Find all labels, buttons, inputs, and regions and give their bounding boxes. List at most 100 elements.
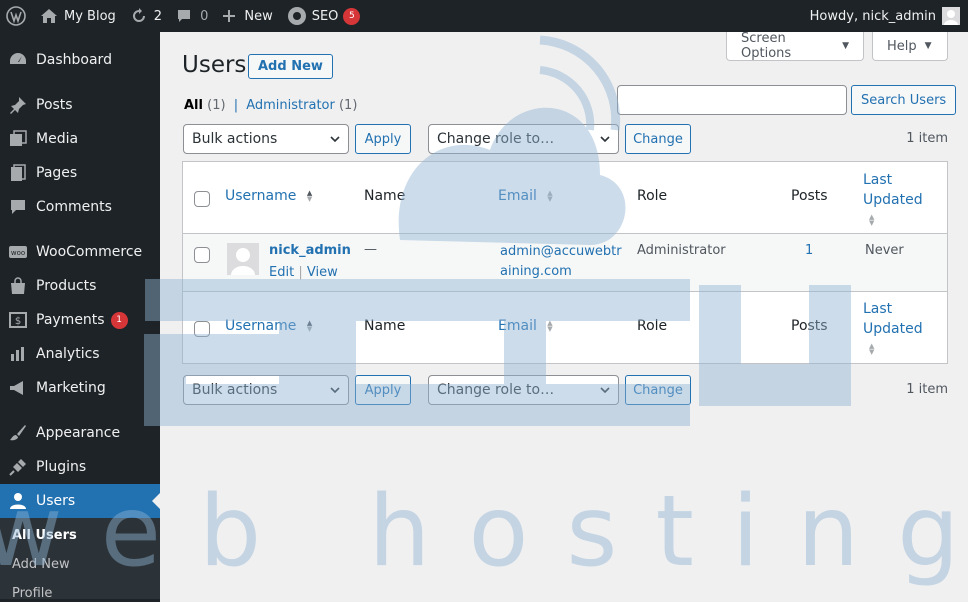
bulk-actions-select-bottom[interactable]: Bulk actions <box>183 375 349 405</box>
username-column-header[interactable]: Username ▲ ▼ <box>225 188 315 204</box>
row-checkbox[interactable] <box>194 247 210 263</box>
caret-down-icon: ▼ <box>842 41 849 51</box>
change-role-select[interactable]: Change role to… <box>428 124 619 154</box>
add-new-user-button[interactable]: Add New <box>248 54 333 79</box>
change-role-select-bottom[interactable]: Change role to… <box>428 375 619 405</box>
seo-menu[interactable]: SEO 5 <box>280 0 368 32</box>
updates-link[interactable]: 2 <box>123 0 169 32</box>
last-updated-column-header[interactable]: Last Updated ▲ ▼ <box>863 170 923 230</box>
seo-gear-icon <box>287 7 306 25</box>
role-cell: Administrator <box>637 243 726 258</box>
posts-count-link[interactable]: 1 <box>805 243 813 258</box>
email-column-header[interactable]: Email ▲ ▼ <box>498 188 555 204</box>
change-role-value: Change role to… <box>437 131 555 147</box>
wordpress-logo-icon[interactable] <box>0 0 33 32</box>
email-link[interactable]: admin@accuwebtr aining.com <box>500 242 622 282</box>
woocommerce-icon: woo <box>8 242 28 262</box>
sidebar-item-label: Comments <box>36 199 112 215</box>
payments-icon: $ <box>8 310 28 330</box>
new-content-link[interactable]: New <box>215 0 279 32</box>
change-role-button[interactable]: Change <box>625 124 691 154</box>
sidebar-item-label: Payments <box>36 312 105 328</box>
last-updated-header-line2: Updated <box>863 192 923 208</box>
select-all-checkbox[interactable] <box>194 191 210 207</box>
apply-button[interactable]: Apply <box>355 124 411 154</box>
comment-bubble-icon <box>178 10 191 22</box>
sidebar-item-label: Products <box>36 278 97 294</box>
home-icon <box>41 9 57 23</box>
seo-label: SEO <box>311 8 339 24</box>
sidebar-item-plugins[interactable]: Plugins <box>0 450 160 484</box>
submenu-add-new[interactable]: Add New <box>0 554 160 583</box>
sidebar-item-label: Marketing <box>36 380 106 396</box>
last-updated-column-footer[interactable]: Last Updated ▲ ▼ <box>863 299 923 359</box>
username-header-label: Username <box>225 188 297 204</box>
select-all-checkbox-footer[interactable] <box>194 321 210 337</box>
filter-all[interactable]: All <box>184 98 203 113</box>
appearance-icon <box>8 423 28 443</box>
email-column-footer[interactable]: Email ▲ ▼ <box>498 318 555 334</box>
chevron-down-icon <box>600 387 610 394</box>
sidebar-item-users[interactable]: Users <box>0 484 160 518</box>
products-icon <box>8 276 28 296</box>
change-role-button-bottom[interactable]: Change <box>625 375 691 405</box>
sort-arrows-icon: ▲ ▼ <box>869 342 875 356</box>
username-column-footer[interactable]: Username ▲ ▼ <box>225 318 315 334</box>
chevron-down-icon <box>330 387 340 394</box>
sidebar-item-posts[interactable]: Posts <box>0 88 160 122</box>
email-line2: aining.com <box>500 264 572 279</box>
sidebar-item-analytics[interactable]: Analytics <box>0 337 160 371</box>
sidebar-item-woocommerce[interactable]: woo WooCommerce <box>0 235 160 269</box>
tablenav-bottom: Bulk actions Apply Change role to… Chang… <box>183 375 948 405</box>
submenu-profile[interactable]: Profile <box>0 583 160 602</box>
sidebar-item-label: Appearance <box>36 425 121 441</box>
screen-options-button[interactable]: Screen Options ▼ <box>726 31 864 61</box>
sidebar-item-label: WooCommerce <box>36 244 143 260</box>
svg-text:woo: woo <box>11 249 25 257</box>
filter-all-count: (1) <box>207 98 226 113</box>
filter-admin-count: (1) <box>338 98 358 113</box>
bulk-actions-select[interactable]: Bulk actions <box>183 124 349 154</box>
chevron-down-icon <box>330 136 340 143</box>
analytics-icon <box>8 344 28 364</box>
submenu-all-users[interactable]: All Users <box>0 525 160 554</box>
sidebar-item-marketing[interactable]: Marketing <box>0 371 160 405</box>
media-icon <box>8 129 28 149</box>
sidebar-item-appearance[interactable]: Appearance <box>0 416 160 450</box>
users-table: Username ▲ ▼ Name Email ▲ ▼ Role Posts Las… <box>182 161 948 364</box>
sidebar-item-media[interactable]: Media <box>0 122 160 156</box>
screen-options-label: Screen Options <box>741 31 792 61</box>
sidebar-item-comments[interactable]: Comments <box>0 190 160 224</box>
chevron-down-icon <box>600 136 610 143</box>
row-actions: Edit | View <box>269 265 338 280</box>
sidebar-item-label: Analytics <box>36 346 100 362</box>
seo-badge: 5 <box>343 7 361 25</box>
comments-link[interactable]: 0 <box>169 0 215 32</box>
sidebar-item-label: Plugins <box>36 459 87 475</box>
sidebar-item-label: Pages <box>36 165 78 181</box>
my-account-menu[interactable]: Howdy, nick_admin <box>810 7 968 25</box>
bulk-actions-value: Bulk actions <box>192 131 278 147</box>
apply-button-bottom[interactable]: Apply <box>355 375 411 405</box>
users-icon <box>8 491 28 511</box>
sidebar-item-pages[interactable]: Pages <box>0 156 160 190</box>
sidebar-item-dashboard[interactable]: Dashboard <box>0 43 160 77</box>
help-button[interactable]: Help ▼ <box>872 32 948 61</box>
table-header-row: Username ▲ ▼ Name Email ▲ ▼ Role Posts Las… <box>183 162 947 234</box>
items-count: 1 item <box>906 131 948 146</box>
site-name-link[interactable]: My Blog <box>33 0 123 32</box>
posts-column-header: Posts <box>791 188 828 204</box>
marketing-icon <box>8 378 28 398</box>
edit-user-link[interactable]: Edit <box>269 265 294 280</box>
email-line1: admin@accuwebtr <box>500 244 622 259</box>
user-search-input[interactable] <box>617 85 847 115</box>
admin-bar: My Blog 2 0 New SEO 5 Howdy, nick_admin <box>0 0 968 32</box>
role-column-footer: Role <box>637 318 668 334</box>
sidebar-item-products[interactable]: Products <box>0 269 160 303</box>
filter-administrator[interactable]: Administrator <box>246 98 335 113</box>
plus-icon <box>223 10 236 22</box>
search-users-button[interactable]: Search Users <box>851 85 957 115</box>
username-link[interactable]: nick_admin <box>269 243 351 258</box>
view-user-link[interactable]: View <box>307 265 338 280</box>
sidebar-item-payments[interactable]: $ Payments 1 <box>0 303 160 337</box>
